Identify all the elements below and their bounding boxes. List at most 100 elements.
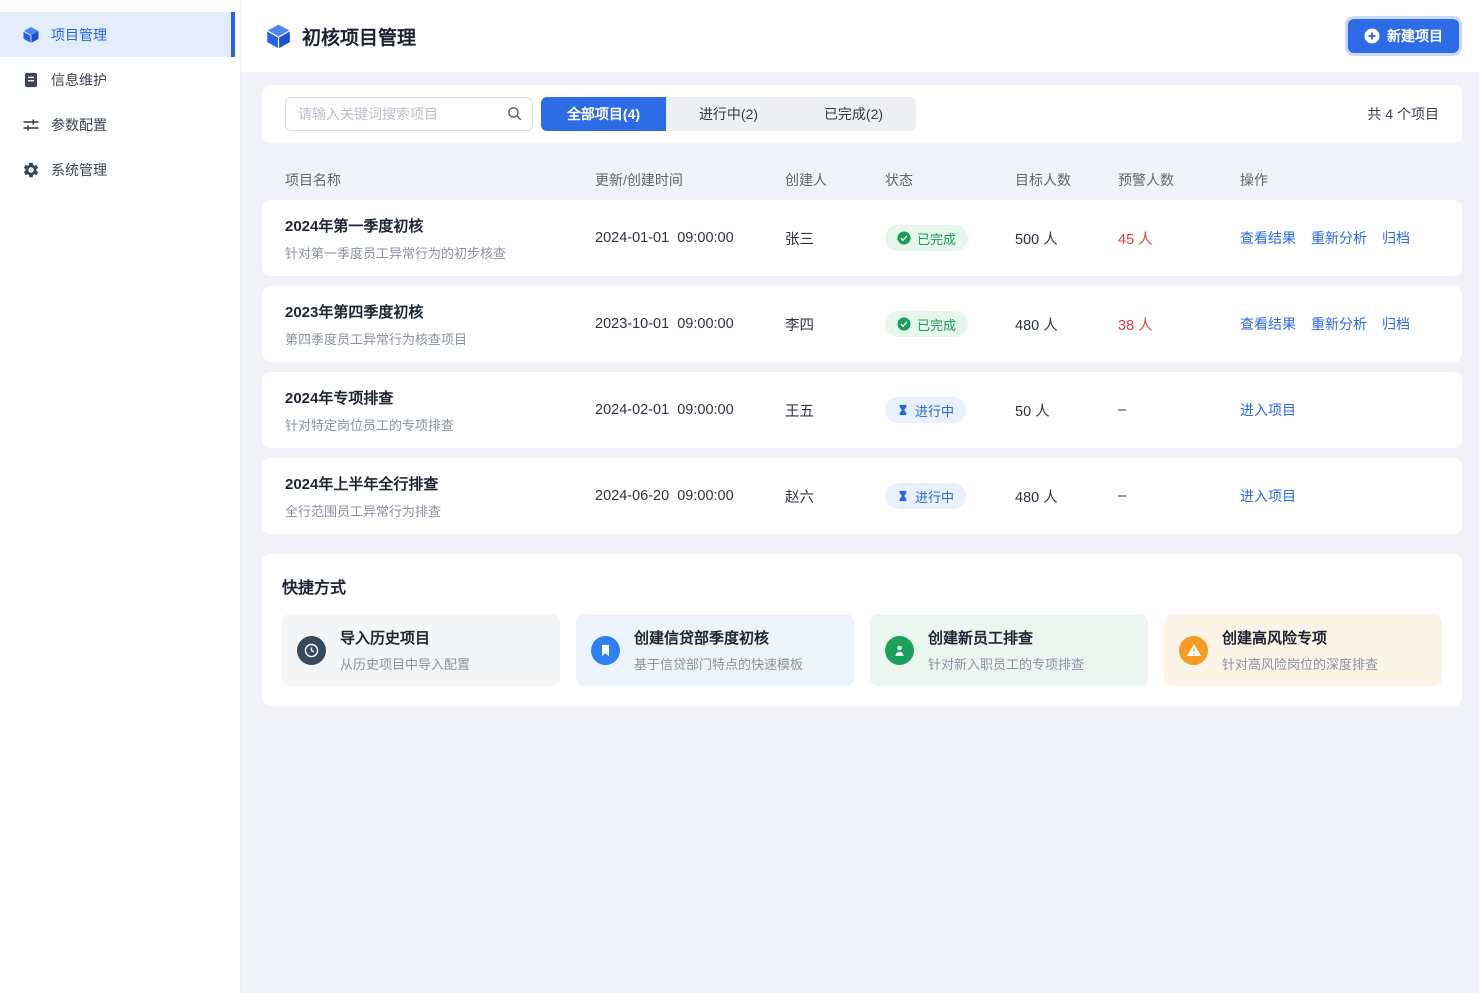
- enter-project-link[interactable]: 进入项目: [1240, 486, 1296, 506]
- table-row: 2024年专项排查 针对特定岗位员工的专项排查 2024-02-01 09:00…: [262, 372, 1462, 448]
- project-time: 2024-02-01 09:00:00: [595, 402, 785, 418]
- new-project-button[interactable]: 新建项目: [1348, 19, 1459, 53]
- shortcut-description: 针对高风险岗位的深度排查: [1222, 654, 1378, 673]
- shortcut-high-risk-special[interactable]: 创建高风险专项 针对高风险岗位的深度排查: [1164, 614, 1442, 686]
- shortcut-title: 创建高风险专项: [1222, 627, 1378, 648]
- table-row: 2024年上半年全行排查 全行范围员工异常行为排查 2024-06-20 09:…: [262, 458, 1462, 534]
- shortcut-title: 创建信贷部季度初核: [634, 627, 803, 648]
- tab-all-projects[interactable]: 全部项目(4): [541, 97, 666, 131]
- page-title: 初核项目管理: [302, 23, 416, 50]
- project-time: 2023-10-01 09:00:00: [595, 316, 785, 332]
- warning-triangle-icon: [1179, 636, 1208, 665]
- archive-link[interactable]: 归档: [1382, 228, 1410, 248]
- target-count: 50 人: [1015, 400, 1118, 421]
- project-description: 第四季度员工异常行为核查项目: [285, 329, 595, 348]
- shortcut-title: 创建新员工排查: [928, 627, 1084, 648]
- bookmark-icon: [591, 636, 620, 665]
- shortcut-description: 针对新入职员工的专项排查: [928, 654, 1084, 673]
- reanalyze-link[interactable]: 重新分析: [1311, 228, 1367, 248]
- col-warning-count: 预警人数: [1118, 170, 1240, 190]
- status-tabs: 全部项目(4) 进行中(2) 已完成(2): [541, 97, 916, 131]
- gear-icon: [22, 161, 40, 179]
- warning-count: –: [1118, 488, 1240, 504]
- tab-in-progress[interactable]: 进行中(2): [666, 97, 791, 131]
- sidebar-item-parameter-config[interactable]: 参数配置: [0, 102, 235, 147]
- check-circle-icon: [897, 317, 911, 331]
- view-results-link[interactable]: 查看结果: [1240, 314, 1296, 334]
- project-name: 2023年第四季度初核: [285, 301, 595, 322]
- project-time: 2024-06-20 09:00:00: [595, 488, 785, 504]
- user-icon: [885, 636, 914, 665]
- shortcut-title: 导入历史项目: [340, 627, 470, 648]
- warning-count: 38 人: [1118, 314, 1240, 335]
- target-count: 500 人: [1015, 228, 1118, 249]
- archive-link[interactable]: 归档: [1382, 314, 1410, 334]
- view-results-link[interactable]: 查看结果: [1240, 228, 1296, 248]
- sidebar-item-label: 项目管理: [51, 25, 107, 45]
- filter-toolbar: 全部项目(4) 进行中(2) 已完成(2) 共 4 个项目: [262, 85, 1462, 143]
- col-target-count: 目标人数: [1015, 170, 1118, 190]
- status-badge: 已完成: [885, 225, 968, 251]
- row-actions: 查看结果 重新分析 归档: [1240, 228, 1439, 248]
- sliders-icon: [22, 116, 40, 134]
- sidebar-item-project-management[interactable]: 项目管理: [0, 12, 235, 57]
- project-name: 2024年专项排查: [285, 387, 595, 408]
- col-project-name: 项目名称: [285, 170, 595, 190]
- project-creator: 李四: [785, 314, 885, 335]
- table-row: 2024年第一季度初核 针对第一季度员工异常行为的初步核查 2024-01-01…: [262, 200, 1462, 276]
- tab-completed[interactable]: 已完成(2): [791, 97, 916, 131]
- reanalyze-link[interactable]: 重新分析: [1311, 314, 1367, 334]
- check-circle-icon: [897, 231, 911, 245]
- plus-circle-icon: [1364, 28, 1380, 44]
- col-update-time: 更新/创建时间: [595, 170, 785, 190]
- hourglass-icon: [897, 404, 909, 416]
- search-icon[interactable]: [506, 105, 523, 122]
- warning-count: 45 人: [1118, 228, 1240, 249]
- project-total-count: 共 4 个项目: [1367, 104, 1439, 124]
- project-description: 全行范围员工异常行为排查: [285, 501, 595, 520]
- project-name: 2024年上半年全行排查: [285, 473, 595, 494]
- target-count: 480 人: [1015, 486, 1118, 507]
- shortcuts-panel: 快捷方式 导入历史项目 从历史项目中导入配置: [262, 554, 1462, 706]
- target-count: 480 人: [1015, 314, 1118, 335]
- project-description: 针对第一季度员工异常行为的初步核查: [285, 243, 595, 262]
- search-box: [285, 97, 533, 131]
- warning-count: –: [1118, 402, 1240, 418]
- status-badge: 已完成: [885, 311, 968, 337]
- table-header: 项目名称 更新/创建时间 创建人 状态 目标人数 预警人数 操作: [262, 160, 1462, 200]
- row-actions: 进入项目: [1240, 486, 1439, 506]
- project-description: 针对特定岗位员工的专项排查: [285, 415, 595, 434]
- search-input[interactable]: [285, 97, 533, 131]
- table-row: 2023年第四季度初核 第四季度员工异常行为核查项目 2023-10-01 09…: [262, 286, 1462, 362]
- project-time: 2024-01-01 09:00:00: [595, 230, 785, 246]
- project-creator: 王五: [785, 400, 885, 421]
- sidebar-item-label: 信息维护: [51, 70, 107, 90]
- app-cube-icon: [265, 23, 292, 50]
- shortcut-import-history[interactable]: 导入历史项目 从历史项目中导入配置: [282, 614, 560, 686]
- col-creator: 创建人: [785, 170, 885, 190]
- col-actions: 操作: [1240, 170, 1439, 190]
- row-actions: 进入项目: [1240, 400, 1439, 420]
- col-status: 状态: [885, 170, 1015, 190]
- clock-icon: [297, 636, 326, 665]
- sidebar-item-system-management[interactable]: 系统管理: [0, 147, 235, 192]
- project-creator: 张三: [785, 228, 885, 249]
- status-badge: 进行中: [885, 397, 966, 423]
- shortcut-new-employee-screening[interactable]: 创建新员工排查 针对新入职员工的专项排查: [870, 614, 1148, 686]
- page-header: 初核项目管理 新建项目: [241, 0, 1479, 72]
- document-icon: [22, 71, 40, 89]
- shortcut-description: 从历史项目中导入配置: [340, 654, 470, 673]
- project-name: 2024年第一季度初核: [285, 215, 595, 236]
- sidebar-item-label: 系统管理: [51, 160, 107, 180]
- shortcut-credit-dept-review[interactable]: 创建信贷部季度初核 基于信贷部门特点的快速模板: [576, 614, 854, 686]
- shortcuts-title: 快捷方式: [282, 574, 1442, 598]
- cube-icon: [22, 26, 40, 44]
- main-area: 初核项目管理 新建项目 全部项目: [241, 0, 1479, 706]
- sidebar: 项目管理 信息维护 参数配置 系统管理: [0, 0, 241, 993]
- row-actions: 查看结果 重新分析 归档: [1240, 314, 1439, 334]
- sidebar-item-info-maintenance[interactable]: 信息维护: [0, 57, 235, 102]
- hourglass-icon: [897, 490, 909, 502]
- content: 全部项目(4) 进行中(2) 已完成(2) 共 4 个项目 项目名称 更新/创建…: [241, 72, 1479, 706]
- enter-project-link[interactable]: 进入项目: [1240, 400, 1296, 420]
- sidebar-item-label: 参数配置: [51, 115, 107, 135]
